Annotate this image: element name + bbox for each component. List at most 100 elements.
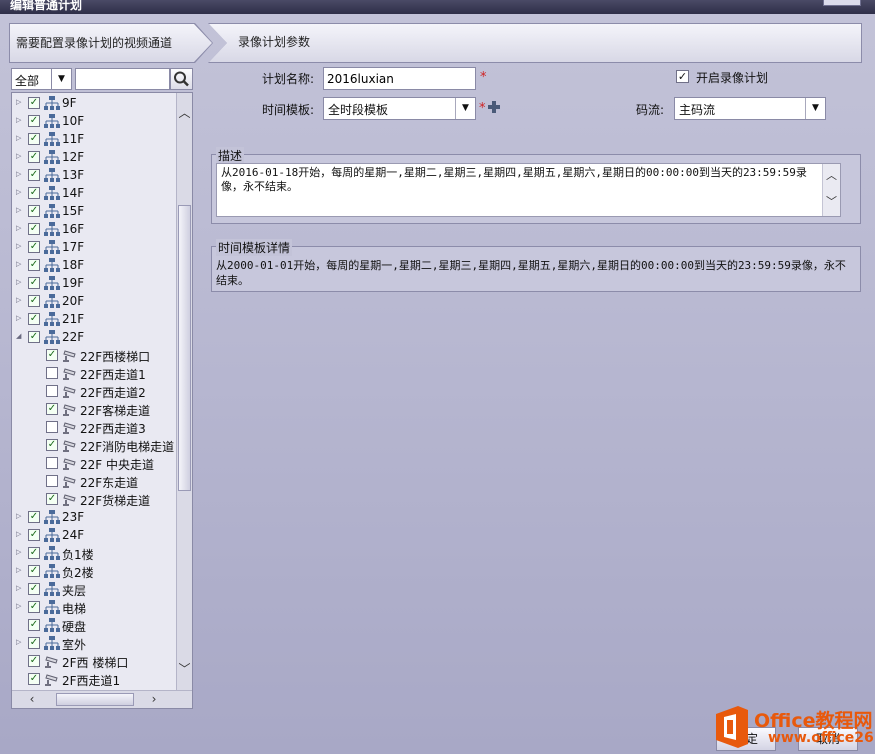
tree-horizontal-scrollbar[interactable]: ‹ ›: [12, 690, 192, 708]
expand-open-icon[interactable]: ◢: [16, 331, 24, 341]
scroll-down-icon[interactable]: ﹀: [823, 190, 840, 216]
tree-item[interactable]: ✓ 22F西楼梯口: [12, 346, 176, 364]
tree-item-checkbox[interactable]: ✓: [28, 529, 40, 541]
tree-item[interactable]: ▷ ✓ 17F: [12, 238, 176, 256]
tree-item-checkbox[interactable]: ✓: [28, 241, 40, 253]
scroll-down-icon[interactable]: ﹀: [177, 661, 192, 677]
expand-closed-icon[interactable]: ▷: [16, 241, 24, 251]
chevron-down-icon[interactable]: ▼: [455, 98, 475, 119]
tree-item[interactable]: ▷ ✓ 10F: [12, 112, 176, 130]
tree-item[interactable]: ▷ ✓ 夹层: [12, 580, 176, 598]
tree-hscroll-thumb[interactable]: [56, 693, 134, 706]
add-template-plus-icon[interactable]: [487, 100, 501, 114]
tree-item-checkbox[interactable]: ✓: [28, 259, 40, 271]
tree-item-checkbox[interactable]: ✓: [46, 493, 58, 505]
tree-item[interactable]: 22F西走道1: [12, 364, 176, 382]
tree-item-checkbox[interactable]: [46, 457, 58, 469]
expand-closed-icon[interactable]: ▷: [16, 115, 24, 125]
tree-item-checkbox[interactable]: ✓: [28, 511, 40, 523]
tree-item[interactable]: ◢ ✓ 22F: [12, 328, 176, 346]
scroll-up-icon[interactable]: ︿: [177, 105, 192, 121]
tree-item-checkbox[interactable]: ✓: [28, 313, 40, 325]
expand-closed-icon[interactable]: ▷: [16, 637, 24, 647]
tree-item-checkbox[interactable]: [46, 367, 58, 379]
expand-closed-icon[interactable]: ▷: [16, 133, 24, 143]
expand-closed-icon[interactable]: ▷: [16, 565, 24, 575]
tree-item[interactable]: ▷ ✓ 18F: [12, 256, 176, 274]
tree-item[interactable]: 22F西走道2: [12, 382, 176, 400]
tree-item[interactable]: ✓ 22F客梯走道: [12, 400, 176, 418]
tree-search-input[interactable]: [75, 68, 170, 90]
tree-item-checkbox[interactable]: ✓: [28, 133, 40, 145]
tree-item-checkbox[interactable]: ✓: [46, 349, 58, 361]
template-select[interactable]: 全时段模板 ▼: [323, 97, 476, 120]
tree-item[interactable]: ✓ 22F消防电梯走道: [12, 436, 176, 454]
tree-item-checkbox[interactable]: ✓: [28, 583, 40, 595]
expand-closed-icon[interactable]: ▷: [16, 223, 24, 233]
tree-item[interactable]: ▷ ✓ 20F: [12, 292, 176, 310]
tree-item[interactable]: ✓ 2F西走道1: [12, 670, 176, 688]
tree-item-checkbox[interactable]: ✓: [46, 439, 58, 451]
scroll-left-icon[interactable]: ‹: [24, 691, 40, 708]
expand-closed-icon[interactable]: ▷: [16, 583, 24, 593]
tree-item-checkbox[interactable]: [46, 385, 58, 397]
tree-item[interactable]: ▷ ✓ 24F: [12, 526, 176, 544]
tree-item[interactable]: ▷ ✓ 11F: [12, 130, 176, 148]
tree-item[interactable]: ▷ ✓ 12F: [12, 148, 176, 166]
tree-item-checkbox[interactable]: ✓: [46, 403, 58, 415]
tree-item-checkbox[interactable]: ✓: [28, 565, 40, 577]
scroll-right-icon[interactable]: ›: [146, 691, 162, 708]
tree-item[interactable]: ▷ ✓ 负2楼: [12, 562, 176, 580]
tree-item[interactable]: ▷ ✓ 14F: [12, 184, 176, 202]
tree-item[interactable]: ✓ 2F西 楼梯口: [12, 652, 176, 670]
tree-item-checkbox[interactable]: ✓: [28, 619, 40, 631]
tree-item[interactable]: ▷ ✓ 负1楼: [12, 544, 176, 562]
tree-item-checkbox[interactable]: ✓: [28, 187, 40, 199]
tree-item[interactable]: ▷ ✓ 23F: [12, 508, 176, 526]
stream-select[interactable]: 主码流 ▼: [674, 97, 826, 120]
tree-item[interactable]: ✓ 硬盘: [12, 616, 176, 634]
tree-item[interactable]: ▷ ✓ 16F: [12, 220, 176, 238]
expand-closed-icon[interactable]: ▷: [16, 313, 24, 323]
scope-select[interactable]: 全部 ▼: [11, 68, 72, 90]
tree-item-checkbox[interactable]: ✓: [28, 601, 40, 613]
description-scrollbar[interactable]: ︿ ﹀: [822, 164, 840, 216]
tree-item[interactable]: ▷ ✓ 15F: [12, 202, 176, 220]
close-button[interactable]: [823, 0, 861, 6]
expand-closed-icon[interactable]: ▷: [16, 601, 24, 611]
tree-item-checkbox[interactable]: ✓: [28, 547, 40, 559]
tree-item[interactable]: ▷ ✓ 室外: [12, 634, 176, 652]
tree-item-checkbox[interactable]: ✓: [28, 205, 40, 217]
tree-item[interactable]: ▷ ✓ 电梯: [12, 598, 176, 616]
search-button[interactable]: [170, 68, 193, 90]
tree-item-checkbox[interactable]: ✓: [28, 295, 40, 307]
tree-item[interactable]: 22F东走道: [12, 472, 176, 490]
tree-item-checkbox[interactable]: ✓: [28, 655, 40, 667]
tree-item-checkbox[interactable]: ✓: [28, 115, 40, 127]
tree-item-checkbox[interactable]: ✓: [28, 223, 40, 235]
tree-item[interactable]: 22F西走道3: [12, 418, 176, 436]
tree-item-checkbox[interactable]: ✓: [28, 331, 40, 343]
expand-closed-icon[interactable]: ▷: [16, 259, 24, 269]
tree-item-checkbox[interactable]: ✓: [28, 169, 40, 181]
expand-closed-icon[interactable]: ▷: [16, 295, 24, 305]
expand-closed-icon[interactable]: ▷: [16, 169, 24, 179]
tree-item-checkbox[interactable]: [46, 421, 58, 433]
tree-item[interactable]: ▷ ✓ 21F: [12, 310, 176, 328]
tree-item-checkbox[interactable]: ✓: [28, 673, 40, 685]
expand-closed-icon[interactable]: ▷: [16, 187, 24, 197]
tree-item-checkbox[interactable]: ✓: [28, 97, 40, 109]
tree-item[interactable]: ▷ ✓ 13F: [12, 166, 176, 184]
tree-item-checkbox[interactable]: ✓: [28, 151, 40, 163]
tree-item[interactable]: ▷ ✓ 19F: [12, 274, 176, 292]
tree-item-checkbox[interactable]: ✓: [28, 277, 40, 289]
expand-closed-icon[interactable]: ▷: [16, 529, 24, 539]
chevron-down-icon[interactable]: ▼: [51, 69, 71, 89]
tree-scroll-thumb[interactable]: [178, 205, 191, 491]
plan-name-input[interactable]: [323, 67, 476, 90]
tree-item-checkbox[interactable]: ✓: [28, 637, 40, 649]
enable-plan-checkbox[interactable]: ✓: [676, 70, 689, 83]
tree-item-checkbox[interactable]: [46, 475, 58, 487]
expand-closed-icon[interactable]: ▷: [16, 205, 24, 215]
tree-vertical-scrollbar[interactable]: ︿ ﹀: [176, 93, 192, 691]
